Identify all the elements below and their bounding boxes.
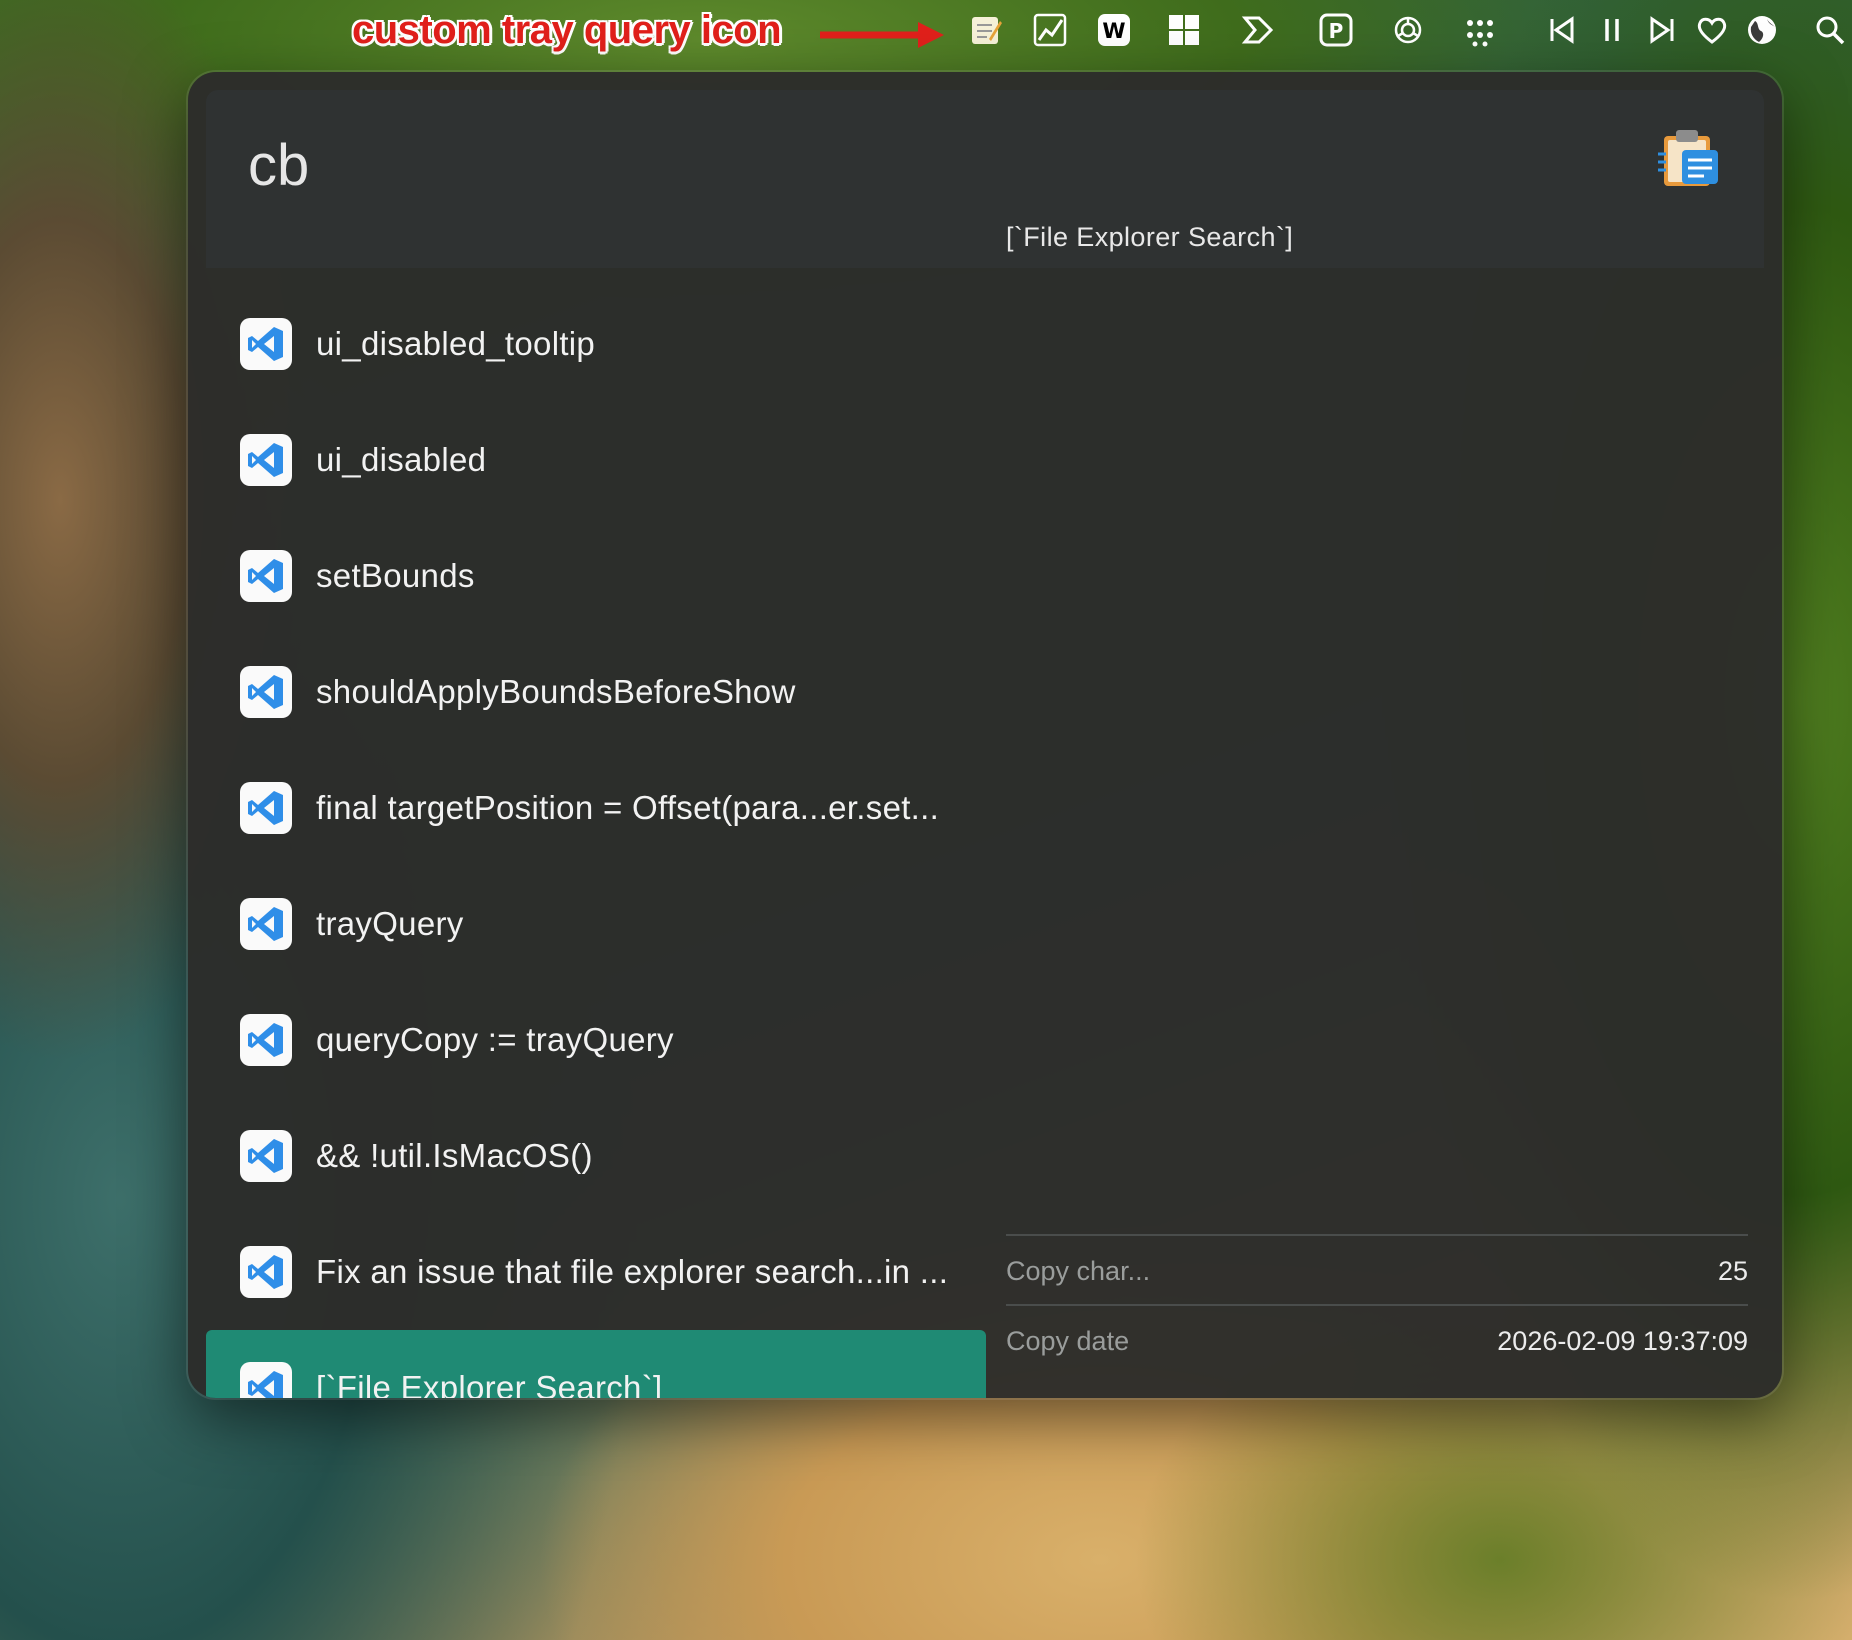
annotation-arrow-icon <box>820 22 944 48</box>
forward-arrow-icon[interactable] <box>1238 10 1278 50</box>
previous-track-icon[interactable] <box>1542 10 1582 50</box>
result-label: setBounds <box>316 557 475 594</box>
result-label: ui_disabled <box>316 441 487 478</box>
metadata-value: 2026-02-09 19:37:09 <box>1497 1325 1748 1356</box>
vscode-icon <box>240 550 292 602</box>
result-item[interactable]: && !util.IsMacOS() <box>206 1098 986 1214</box>
vscode-icon <box>240 898 292 950</box>
query-bar[interactable]: cb <box>206 90 1764 268</box>
clipboard-icon <box>1656 124 1722 190</box>
preview-text: [`File Explorer Search`] <box>1006 222 1294 252</box>
vscode-icon <box>240 666 292 718</box>
svg-text:W: W <box>1102 19 1125 43</box>
result-item[interactable]: queryCopy := trayQuery <box>206 982 986 1098</box>
vscode-icon <box>240 434 292 486</box>
result-label: && !util.IsMacOS() <box>316 1137 593 1174</box>
result-list: ui_disabled_tooltip ui_disabled setBounds s… <box>206 286 986 1398</box>
menu-bar: custom tray query icon W P <box>0 0 1852 64</box>
svg-text:P: P <box>1329 19 1344 43</box>
chart-icon[interactable] <box>1030 10 1070 50</box>
result-item[interactable]: shouldApplyBoundsBeforeShow <box>206 634 986 750</box>
dots-icon[interactable] <box>1460 10 1500 50</box>
metadata-key: Copy date <box>1006 1325 1130 1356</box>
result-item[interactable]: trayQuery <box>206 866 986 982</box>
vscode-icon <box>240 782 292 834</box>
globe-icon[interactable] <box>1742 10 1782 50</box>
search-icon[interactable] <box>1810 10 1850 50</box>
result-label: [`File Explorer Search`] <box>316 1369 663 1398</box>
metadata-value: 25 <box>1717 1255 1748 1286</box>
result-label: trayQuery <box>316 905 464 942</box>
word-icon[interactable]: W <box>1094 10 1134 50</box>
metadata-row-copy-chars: Copy char... 25 <box>1006 1234 1748 1306</box>
metadata-row-copy-date: Copy date 2026-02-09 19:37:09 <box>1006 1304 1748 1376</box>
result-item[interactable]: final targetPosition = Offset(para...er.… <box>206 750 986 866</box>
result-label: ui_disabled_tooltip <box>316 325 596 362</box>
launcher-window: cb ui_disabled_tooltip ui_disabled setBoun… <box>188 72 1782 1398</box>
result-item[interactable]: [`File Explorer Search`] <box>206 1330 986 1398</box>
metadata-key: Copy char... <box>1006 1255 1151 1286</box>
vscode-icon <box>240 1130 292 1182</box>
vscode-icon <box>240 1014 292 1066</box>
annotation-label: custom tray query icon <box>352 8 782 52</box>
vscode-icon <box>240 318 292 370</box>
result-label: Fix an issue that file explorer search..… <box>316 1253 949 1290</box>
p-app-icon[interactable]: P <box>1316 10 1356 50</box>
result-item[interactable]: ui_disabled <box>206 402 986 518</box>
vscode-icon <box>240 1362 292 1398</box>
grid-icon[interactable] <box>1164 10 1204 50</box>
result-label: queryCopy := trayQuery <box>316 1021 674 1058</box>
result-item[interactable]: Fix an issue that file explorer search..… <box>206 1214 986 1330</box>
result-label: final targetPosition = Offset(para...er.… <box>316 789 940 826</box>
pause-icon[interactable] <box>1592 10 1632 50</box>
next-track-icon[interactable] <box>1642 10 1682 50</box>
result-item[interactable]: setBounds <box>206 518 986 634</box>
heart-icon[interactable] <box>1692 10 1732 50</box>
notepad-icon[interactable] <box>966 10 1006 50</box>
vscode-icon <box>240 1246 292 1298</box>
result-item[interactable]: ui_disabled_tooltip <box>206 286 986 402</box>
result-label: shouldApplyBoundsBeforeShow <box>316 673 796 710</box>
query-input[interactable]: cb <box>248 132 309 199</box>
openai-icon[interactable] <box>1388 10 1428 50</box>
